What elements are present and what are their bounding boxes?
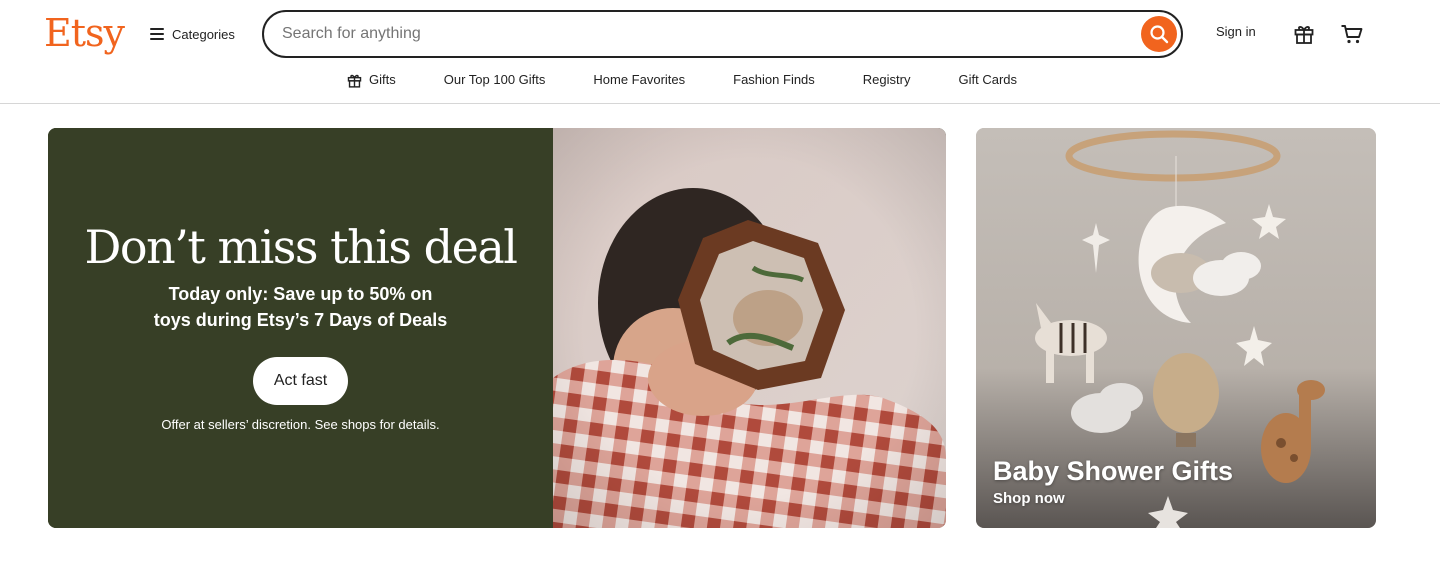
search-icon bbox=[1150, 25, 1169, 44]
nav-item-label: Registry bbox=[862, 72, 911, 87]
hero-banner: Don’t miss this deal Today only: Save up… bbox=[48, 128, 946, 528]
offer-disclaimer: Offer at sellers’ discretion. See shops … bbox=[161, 417, 440, 432]
nav-item-registry[interactable]: Registry bbox=[863, 68, 911, 92]
hero-title: Don’t miss this deal bbox=[84, 220, 518, 274]
nav-item-label: Fashion Finds bbox=[733, 72, 815, 87]
nav-item-gifts[interactable]: Gifts bbox=[346, 68, 396, 92]
search-bar bbox=[262, 10, 1183, 58]
hero-text-panel: Don’t miss this deal Today only: Save up… bbox=[48, 128, 553, 528]
hamburger-icon bbox=[150, 28, 164, 40]
search-button[interactable] bbox=[1141, 16, 1177, 52]
hero-subtitle-line: toys during Etsy’s 7 Days of Deals bbox=[153, 310, 448, 330]
hero-subtitle: Today only: Save up to 50% on toys durin… bbox=[108, 281, 493, 333]
nav-item-label: Gift Cards bbox=[958, 72, 1017, 87]
side-card-title: Baby Shower Gifts bbox=[993, 456, 1234, 486]
cart-button[interactable] bbox=[1340, 22, 1364, 46]
etsy-logo[interactable]: Etsy bbox=[44, 8, 125, 58]
nav-item-fashion-finds[interactable]: Fashion Finds bbox=[733, 68, 815, 92]
hero-subtitle-line: Today only: Save up to 50% on bbox=[168, 284, 433, 304]
nav-item-label: Home Favorites bbox=[593, 72, 686, 87]
nav-item-gift-cards[interactable]: Gift Cards bbox=[958, 68, 1017, 92]
nav-item-top-100-gifts[interactable]: Our Top 100 Gifts bbox=[444, 68, 546, 92]
nav-item-label: Gifts bbox=[369, 72, 396, 87]
gift-icon bbox=[1294, 26, 1314, 44]
search-input[interactable] bbox=[282, 12, 1132, 56]
baby-shower-gifts-card[interactable]: Baby Shower Gifts Shop now bbox=[976, 128, 1376, 528]
cart-icon bbox=[1341, 25, 1363, 44]
site-header: Etsy Categories Sign in bbox=[0, 0, 1440, 104]
primary-nav: Gifts Our Top 100 Gifts Home Favorites F… bbox=[346, 68, 1017, 92]
sign-in-link[interactable]: Sign in bbox=[1216, 24, 1256, 39]
gift-button[interactable] bbox=[1292, 22, 1316, 46]
nav-item-label: Our Top 100 Gifts bbox=[443, 72, 546, 87]
categories-button[interactable]: Categories bbox=[150, 22, 235, 46]
shop-now-link[interactable]: Shop now bbox=[993, 490, 1065, 507]
nav-item-home-favorites[interactable]: Home Favorites bbox=[593, 68, 685, 92]
categories-label: Categories bbox=[172, 26, 235, 42]
hero-photo-child-with-kaleidoscope[interactable] bbox=[553, 128, 946, 528]
act-fast-button[interactable]: Act fast bbox=[253, 357, 348, 405]
gift-icon bbox=[347, 74, 362, 88]
